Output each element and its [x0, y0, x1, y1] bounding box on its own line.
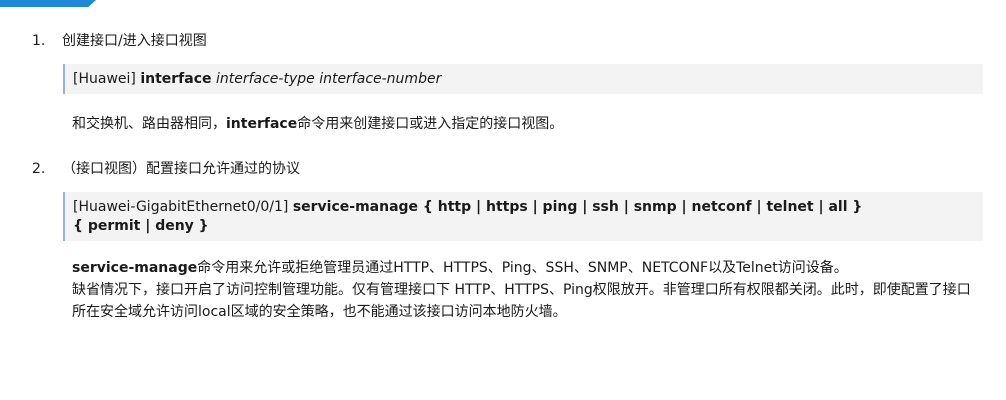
step-2-title: （接口视图）配置接口允许通过的协议 — [62, 161, 300, 177]
step-1-description: 和交换机、路由器相同，interface命令用来创建接口或进入指定的接口视图。 — [72, 113, 982, 135]
description-text: 命令用来创建接口或进入指定的接口视图。 — [297, 116, 564, 132]
default-state-note: 缺省情况下，接口开启了访问控制管理功能。仅有管理接口下 HTTP、HTTPS、P… — [72, 282, 971, 320]
command-keyword: interface — [140, 71, 212, 87]
description-keyword: service-manage — [72, 260, 198, 276]
step-1-title: 创建接口/进入接口视图 — [62, 33, 207, 49]
command-syntax-line-2: { permit | deny } — [73, 218, 209, 234]
command-prompt: [Huawei-GigabitEthernet0/0/1] — [73, 199, 289, 215]
command-param-type: interface-type — [215, 71, 315, 87]
description-text: 命令用来允许或拒绝管理员通过HTTP、HTTPS、Ping、SSH、SNMP、N… — [197, 260, 848, 276]
description-keyword: interface — [226, 116, 298, 132]
step-1-heading: 1. 创建接口/进入接口视图 — [32, 31, 207, 51]
description-text: 和交换机、路由器相同， — [72, 116, 226, 132]
command-param-number: interface-number — [319, 71, 442, 87]
command-box-interface: [Huawei] interface interface-type interf… — [63, 64, 983, 94]
command-prompt: [Huawei] — [73, 71, 136, 87]
step-2-number: 2. — [32, 161, 46, 177]
header-accent-bar — [0, 0, 96, 7]
service-manage-description: service-manage命令用来允许或拒绝管理员通过HTTP、HTTPS、P… — [72, 257, 982, 279]
step-2-description: service-manage命令用来允许或拒绝管理员通过HTTP、HTTPS、P… — [72, 257, 982, 323]
command-box-service-manage: [Huawei-GigabitEthernet0/0/1] service-ma… — [63, 192, 983, 241]
step-2-heading: 2. （接口视图）配置接口允许通过的协议 — [32, 159, 300, 179]
step-1-number: 1. — [32, 33, 46, 49]
command-syntax-line-1: service-manage { http | https | ping | s… — [292, 199, 863, 215]
